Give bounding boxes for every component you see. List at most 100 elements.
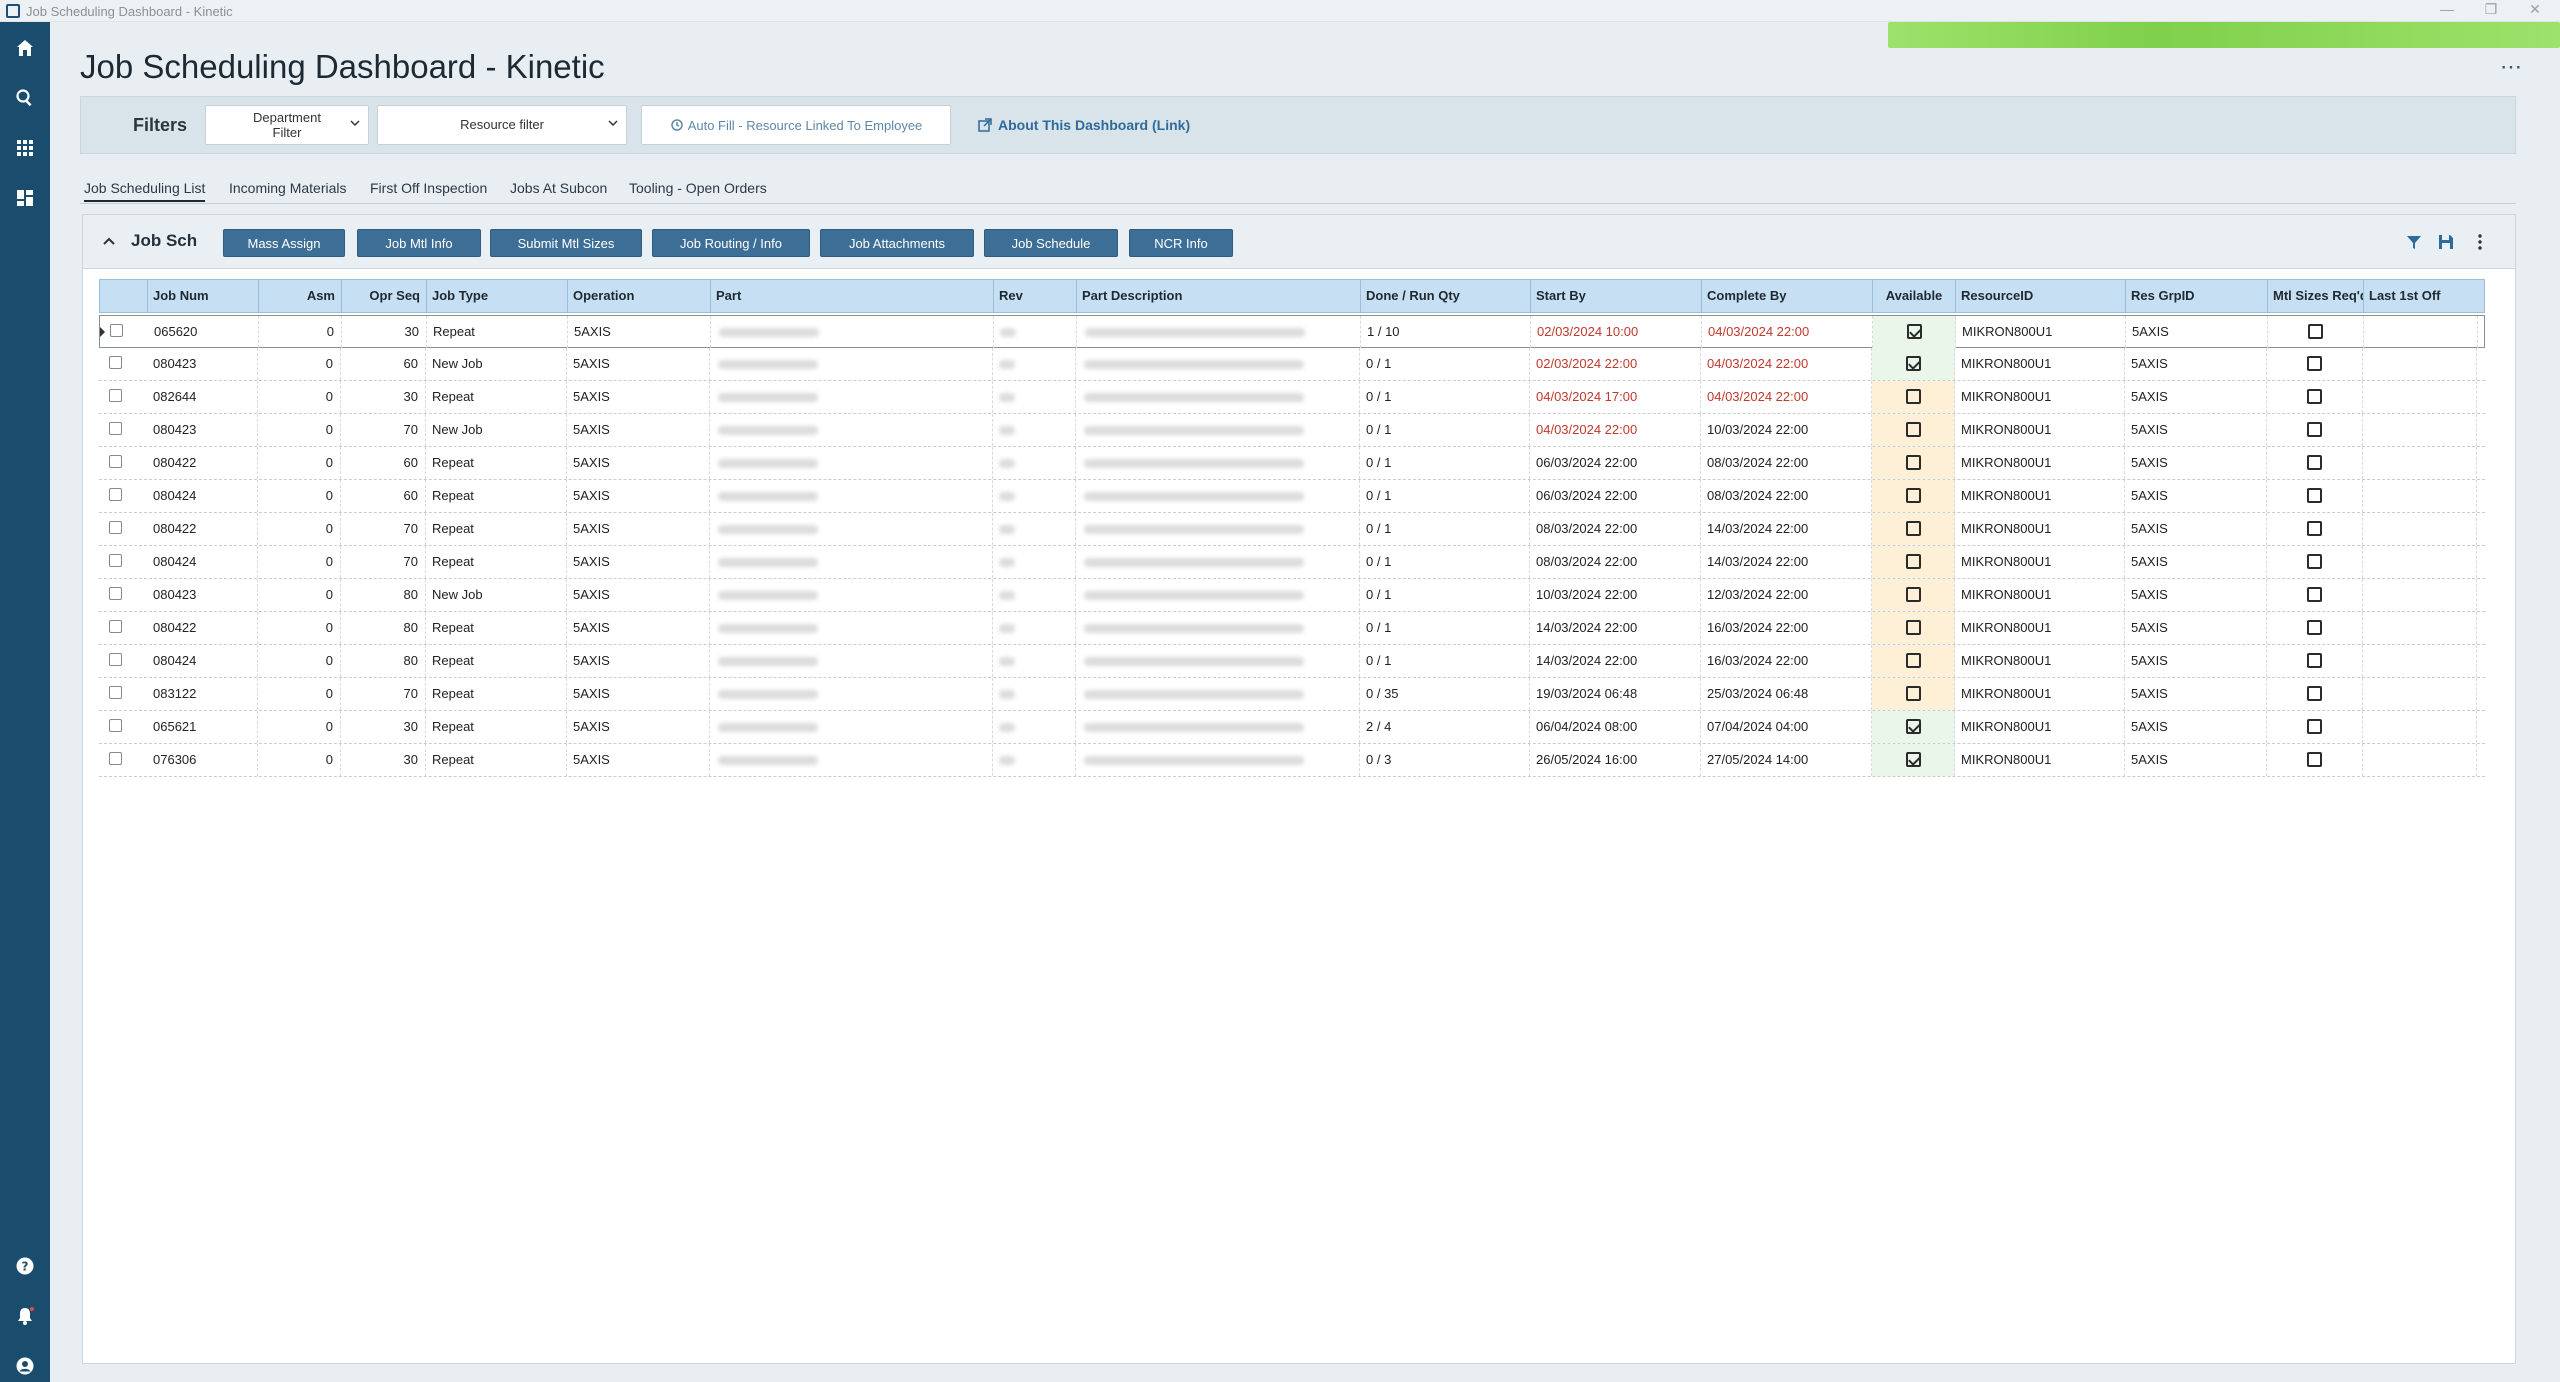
table-row[interactable]: 082644 0 30 Repeat 5AXIS 0 / 1 04/03/2024 17:0…	[99, 381, 2485, 414]
row-select-checkbox[interactable]	[109, 521, 122, 534]
row-select-checkbox[interactable]	[109, 422, 122, 435]
mtl-sizes-checkbox[interactable]	[2307, 587, 2322, 602]
row-select-checkbox[interactable]	[109, 488, 122, 501]
mtl-sizes-checkbox[interactable]	[2307, 521, 2322, 536]
tab-tooling-open-orders[interactable]: Tooling - Open Orders	[629, 180, 767, 200]
mtl-sizes-checkbox[interactable]	[2307, 455, 2322, 470]
mtl-sizes-checkbox[interactable]	[2307, 554, 2322, 569]
col-job-num[interactable]: Job Num	[148, 280, 259, 312]
table-row[interactable]: 083122 0 70 Repeat 5AXIS 0 / 35 19/03/2024 06:…	[99, 678, 2485, 711]
available-checkbox[interactable]	[1905, 653, 1921, 668]
row-select-checkbox[interactable]	[109, 554, 122, 567]
table-row[interactable]: 080424 0 80 Repeat 5AXIS 0 / 1 14/03/2024 22:0…	[99, 645, 2485, 678]
mtl-sizes-checkbox[interactable]	[2307, 389, 2322, 404]
tab-incoming-materials[interactable]: Incoming Materials	[229, 180, 347, 200]
tab-job-scheduling-list[interactable]: Job Scheduling List	[84, 180, 206, 202]
row-select-checkbox[interactable]	[109, 752, 122, 765]
table-row[interactable]: 065621 0 30 Repeat 5AXIS 2 / 4 06/04/2024 08:0…	[99, 711, 2485, 744]
tab-jobs-at-subcon[interactable]: Jobs At Subcon	[510, 180, 607, 200]
close-icon[interactable]: ✕	[2520, 1, 2550, 18]
col-opr-seq[interactable]: Opr Seq	[342, 280, 427, 312]
available-checkbox[interactable]	[1905, 488, 1921, 503]
col-available[interactable]: Available	[1873, 280, 1956, 312]
row-select-checkbox[interactable]	[109, 653, 122, 666]
table-row[interactable]: 076306 0 30 Repeat 5AXIS 0 / 3 26/05/2024 16:0…	[99, 744, 2485, 777]
col-operation[interactable]: Operation	[568, 280, 711, 312]
dashboard-icon[interactable]	[11, 184, 39, 212]
job-routing-info-button[interactable]: Job Routing / Info	[652, 229, 810, 257]
available-checkbox[interactable]	[1905, 389, 1921, 404]
row-select-checkbox[interactable]	[109, 356, 122, 369]
row-select-checkbox[interactable]	[109, 587, 122, 600]
mtl-sizes-checkbox[interactable]	[2307, 620, 2322, 635]
col-mtl-sizes-reqd[interactable]: Mtl Sizes Req'd	[2268, 280, 2364, 312]
col-start-by[interactable]: Start By	[1531, 280, 1702, 312]
table-row[interactable]: 080423 0 60 New Job 5AXIS 0 / 1 02/03/2024 22:…	[99, 348, 2485, 381]
help-icon[interactable]: ?	[11, 1252, 39, 1280]
job-schedule-button[interactable]: Job Schedule	[984, 229, 1118, 257]
col-asm[interactable]: Asm	[259, 280, 342, 312]
available-checkbox[interactable]	[1905, 455, 1921, 470]
save-icon[interactable]	[2437, 233, 2455, 251]
col-rev[interactable]: Rev	[994, 280, 1077, 312]
department-filter-dropdown[interactable]: Department Filter	[205, 105, 369, 145]
available-checkbox[interactable]	[1905, 686, 1921, 701]
row-select-checkbox[interactable]	[109, 455, 122, 468]
col-done-run-qty[interactable]: Done / Run Qty	[1361, 280, 1531, 312]
about-dashboard-link[interactable]: About This Dashboard (Link)	[978, 117, 1190, 133]
job-mtl-info-button[interactable]: Job Mtl Info	[357, 229, 481, 257]
ncr-info-button[interactable]: NCR Info	[1129, 229, 1233, 257]
table-row[interactable]: 080422 0 80 Repeat 5AXIS 0 / 1 14/03/2024 22:0…	[99, 612, 2485, 645]
filter-icon[interactable]	[2405, 233, 2423, 251]
row-select-checkbox[interactable]	[109, 686, 122, 699]
available-checkbox[interactable]	[1905, 356, 1921, 371]
col-job-type[interactable]: Job Type	[427, 280, 568, 312]
col-part-description[interactable]: Part Description	[1077, 280, 1361, 312]
table-row[interactable]: 080422 0 70 Repeat 5AXIS 0 / 1 08/03/2024 22:0…	[99, 513, 2485, 546]
mtl-sizes-checkbox[interactable]	[2307, 356, 2322, 371]
job-attachments-button[interactable]: Job Attachments	[820, 229, 974, 257]
tab-first-off-inspection[interactable]: First Off Inspection	[370, 180, 487, 200]
collapse-chevron-icon[interactable]	[101, 233, 117, 249]
available-checkbox[interactable]	[1905, 620, 1921, 635]
submit-mtl-sizes-button[interactable]: Submit Mtl Sizes	[490, 229, 642, 257]
mtl-sizes-checkbox[interactable]	[2307, 422, 2322, 437]
apps-grid-icon[interactable]	[11, 134, 39, 162]
mtl-sizes-checkbox[interactable]	[2307, 488, 2322, 503]
col-complete-by[interactable]: Complete By	[1702, 280, 1873, 312]
available-checkbox[interactable]	[1905, 422, 1921, 437]
resource-filter-dropdown[interactable]: Resource filter	[377, 105, 627, 145]
available-checkbox[interactable]	[1906, 324, 1922, 339]
table-row[interactable]: 080422 0 60 Repeat 5AXIS 0 / 1 06/03/2024 22:0…	[99, 447, 2485, 480]
mtl-sizes-checkbox[interactable]	[2307, 719, 2322, 734]
home-icon[interactable]	[11, 34, 39, 62]
table-row[interactable]: 065620 0 30 Repeat 5AXIS 1 / 10 02/03/2024 10:…	[99, 315, 2485, 348]
col-resource-id[interactable]: ResourceID	[1956, 280, 2126, 312]
row-select-checkbox[interactable]	[109, 719, 122, 732]
user-profile-icon[interactable]	[11, 1352, 39, 1380]
search-icon[interactable]	[11, 84, 39, 112]
table-row[interactable]: 080424 0 60 Repeat 5AXIS 0 / 1 06/03/2024 22:0…	[99, 480, 2485, 513]
minimize-icon[interactable]: —	[2432, 1, 2462, 17]
restore-icon[interactable]: ❐	[2476, 1, 2506, 18]
col-last-1st-off[interactable]: Last 1st Off	[2364, 280, 2478, 312]
table-row[interactable]: 080424 0 70 Repeat 5AXIS 0 / 1 08/03/2024 22:0…	[99, 546, 2485, 579]
col-part[interactable]: Part	[711, 280, 994, 312]
row-select-checkbox[interactable]	[109, 389, 122, 402]
col-res-grp-id[interactable]: Res GrpID	[2126, 280, 2268, 312]
mtl-sizes-checkbox[interactable]	[2307, 752, 2322, 767]
row-select-checkbox[interactable]	[109, 620, 122, 633]
auto-fill-resource-button[interactable]: Auto Fill - Resource Linked To Employee	[641, 105, 951, 145]
table-row[interactable]: 080423 0 70 New Job 5AXIS 0 / 1 04/03/2024 22:…	[99, 414, 2485, 447]
mtl-sizes-checkbox[interactable]	[2308, 324, 2323, 339]
available-checkbox[interactable]	[1905, 752, 1921, 767]
mtl-sizes-checkbox[interactable]	[2307, 686, 2322, 701]
available-checkbox[interactable]	[1905, 719, 1921, 734]
more-options-icon[interactable]: ⋯	[2500, 54, 2523, 80]
available-checkbox[interactable]	[1905, 554, 1921, 569]
mtl-sizes-checkbox[interactable]	[2307, 653, 2322, 668]
mass-assign-button[interactable]: Mass Assign	[223, 229, 345, 257]
more-vertical-icon[interactable]	[2471, 233, 2489, 251]
available-checkbox[interactable]	[1905, 521, 1921, 536]
row-select-checkbox[interactable]	[110, 324, 123, 337]
